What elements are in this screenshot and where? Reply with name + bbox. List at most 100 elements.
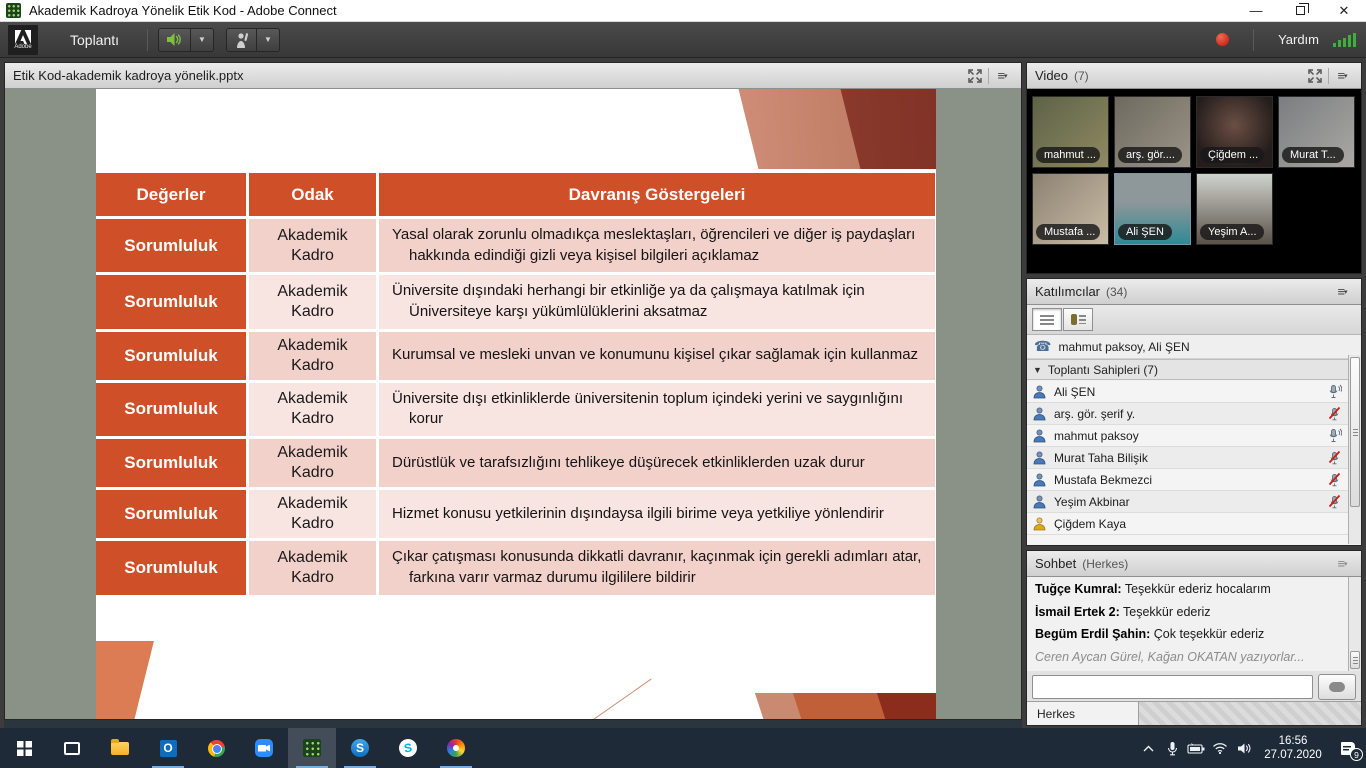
paint3d-button[interactable] bbox=[432, 728, 480, 768]
chat-tab-herkes[interactable]: Herkes bbox=[1027, 702, 1139, 725]
participant-row[interactable]: Ali ŞEN bbox=[1027, 381, 1348, 403]
table-cell-indicator: Kurumsal ve mesleki unvan ve konumunu ki… bbox=[379, 332, 935, 380]
video-tile[interactable]: mahmut ... bbox=[1032, 96, 1109, 168]
table-cell-focus: Akademik Kadro bbox=[249, 541, 376, 594]
mic-on-icon bbox=[1327, 384, 1342, 399]
fullscreen-icon[interactable] bbox=[964, 67, 986, 85]
adobe-connect-titlebar-icon bbox=[6, 3, 21, 18]
avatar-icon bbox=[1033, 385, 1046, 399]
video-tile[interactable]: Çiğdem ... bbox=[1196, 96, 1273, 168]
video-tile[interactable]: Ali ŞEN bbox=[1114, 173, 1191, 245]
participant-row[interactable]: Murat Taha Bilişik bbox=[1027, 447, 1348, 469]
participants-scrollbar[interactable] bbox=[1348, 355, 1361, 544]
restore-icon bbox=[1296, 6, 1305, 15]
task-view-button[interactable] bbox=[48, 728, 96, 768]
action-center-button[interactable]: 9 bbox=[1330, 728, 1366, 768]
menu-yardim[interactable]: Yardım bbox=[1278, 32, 1319, 47]
presentation-pod-menu-icon[interactable]: ≡▾ bbox=[991, 67, 1013, 85]
participant-row[interactable]: Yeşim Akbinar bbox=[1027, 491, 1348, 513]
video-tile[interactable]: Yeşim A... bbox=[1196, 173, 1273, 245]
participant-name: Ali ŞEN bbox=[1054, 385, 1327, 399]
presentation-pod-header: Etik Kod-akademik kadroya yönelik.pptx ≡… bbox=[5, 63, 1021, 89]
table-cell-indicator: Üniversite dışındaki herhangi bir etkinl… bbox=[379, 275, 935, 328]
menubar-separator bbox=[147, 29, 148, 51]
menu-toplanti[interactable]: Toplantı bbox=[52, 22, 137, 58]
tray-volume-icon[interactable] bbox=[1232, 728, 1256, 768]
card-view-icon bbox=[1071, 314, 1086, 325]
participant-row[interactable]: mahmut paksoy bbox=[1027, 425, 1348, 447]
table-cell-indicator: Çıkar çatışması konusunda dikkatli davra… bbox=[379, 541, 935, 594]
outlook-icon: O bbox=[160, 740, 177, 757]
chrome-icon bbox=[208, 740, 225, 757]
video-tile-name: mahmut ... bbox=[1036, 147, 1100, 163]
video-pod-header: Video (7) ≡▾ bbox=[1027, 63, 1361, 89]
video-tile[interactable]: Mustafa ... bbox=[1032, 173, 1109, 245]
participants-title: Katılımcılar bbox=[1035, 284, 1100, 299]
card-view-toggle[interactable] bbox=[1063, 308, 1093, 331]
video-pod-menu-icon[interactable]: ≡▾ bbox=[1331, 67, 1353, 85]
speaker-button[interactable] bbox=[159, 29, 190, 51]
minimize-button[interactable]: — bbox=[1234, 0, 1278, 22]
participant-row[interactable]: Mustafa Bekmezci bbox=[1027, 469, 1348, 491]
taskbar-clock[interactable]: 16:56 27.07.2020 bbox=[1256, 734, 1330, 762]
start-button[interactable] bbox=[0, 728, 48, 768]
adobe-connect-icon bbox=[303, 739, 321, 757]
close-button[interactable]: ✕ bbox=[1322, 0, 1366, 22]
typing-indicator: Ceren Aycan Gürel, Kağan OKATAN yazıyorl… bbox=[1035, 650, 1340, 664]
skype-classic-button[interactable]: S bbox=[384, 728, 432, 768]
video-tile[interactable]: Murat T... bbox=[1278, 96, 1355, 168]
video-tile-name: arş. gör.... bbox=[1118, 147, 1182, 163]
video-fullscreen-icon[interactable] bbox=[1304, 67, 1326, 85]
video-tile-name: Çiğdem ... bbox=[1200, 147, 1264, 163]
chrome-button[interactable] bbox=[192, 728, 240, 768]
zoom-button[interactable] bbox=[240, 728, 288, 768]
table-cell-indicator: Hizmet konusu yetkilerinin dışındaysa il… bbox=[379, 490, 935, 538]
adobe-connect-button[interactable] bbox=[288, 728, 336, 768]
avatar-icon bbox=[1033, 451, 1046, 465]
chat-message: Begüm Erdil Şahin: Çok teşekkür ederiz bbox=[1035, 627, 1340, 643]
speaker-dropdown[interactable]: ▼ bbox=[190, 29, 213, 51]
table-header-odak: Odak bbox=[249, 173, 376, 216]
table-cell-indicator: Yasal olarak zorunlu olmadıkça meslektaş… bbox=[379, 219, 935, 272]
raise-hand-button[interactable] bbox=[227, 29, 256, 51]
chat-input[interactable] bbox=[1032, 675, 1313, 699]
participant-row[interactable]: arş. gör. şerif y. bbox=[1027, 403, 1348, 425]
speaker-icon bbox=[166, 32, 183, 47]
table-cell-value: Sorumluluk bbox=[96, 439, 246, 487]
chat-text: Teşekkür ederiz hocalarım bbox=[1125, 582, 1271, 596]
outlook-button[interactable]: O bbox=[144, 728, 192, 768]
recording-indicator-icon[interactable] bbox=[1216, 33, 1229, 46]
phone-attendees: mahmut paksoy, Ali ŞEN bbox=[1058, 340, 1189, 354]
restore-button[interactable] bbox=[1278, 0, 1322, 22]
file-explorer-button[interactable] bbox=[96, 728, 144, 768]
hosts-group-header[interactable]: ▼ Toplantı Sahipleri (7) bbox=[1027, 359, 1361, 380]
raise-hand-icon bbox=[234, 32, 249, 48]
chat-pod-menu-icon[interactable]: ≡▾ bbox=[1331, 555, 1353, 573]
participant-name: Murat Taha Bilişik bbox=[1054, 451, 1327, 465]
send-chat-button[interactable] bbox=[1318, 674, 1356, 700]
taskbar: O S S 16:56 27.07.2020 bbox=[0, 728, 1366, 768]
participants-list: Ali ŞEN arş. gör. şerif y. mahmut paksoy… bbox=[1027, 381, 1348, 544]
chat-text: Teşekkür ederiz bbox=[1123, 605, 1211, 619]
participants-pod-menu-icon[interactable]: ≡▾ bbox=[1331, 283, 1353, 301]
chat-scrollbar-thumb[interactable] bbox=[1350, 651, 1360, 669]
participant-name: mahmut paksoy bbox=[1054, 429, 1327, 443]
chat-scrollbar[interactable] bbox=[1348, 577, 1361, 671]
tray-battery-icon[interactable] bbox=[1184, 728, 1208, 768]
paint-palette-icon bbox=[447, 739, 465, 757]
chat-pod: Sohbet (Herkes) ≡▾ Tuğçe Kumral: Teşekkü… bbox=[1026, 550, 1362, 726]
tray-wifi-icon[interactable] bbox=[1208, 728, 1232, 768]
tray-mic-icon[interactable] bbox=[1160, 728, 1184, 768]
list-view-toggle[interactable] bbox=[1032, 308, 1062, 331]
participant-row[interactable]: Çiğdem Kaya bbox=[1027, 513, 1348, 535]
connection-quality-icon[interactable] bbox=[1333, 33, 1356, 47]
video-tile[interactable]: arş. gör.... bbox=[1114, 96, 1191, 168]
menubar: Adobe Toplantı ▼ ▼ Yardım bbox=[0, 22, 1366, 58]
tray-chevron-icon[interactable] bbox=[1136, 728, 1160, 768]
participants-scrollbar-thumb[interactable] bbox=[1350, 357, 1360, 507]
mic-dropdown[interactable]: ▼ bbox=[256, 29, 279, 51]
skype-button[interactable]: S bbox=[336, 728, 384, 768]
chat-sender: Begüm Erdil Şahin: bbox=[1035, 627, 1150, 641]
participants-count: (34) bbox=[1106, 285, 1127, 299]
table-cell-focus: Akademik Kadro bbox=[249, 219, 376, 272]
